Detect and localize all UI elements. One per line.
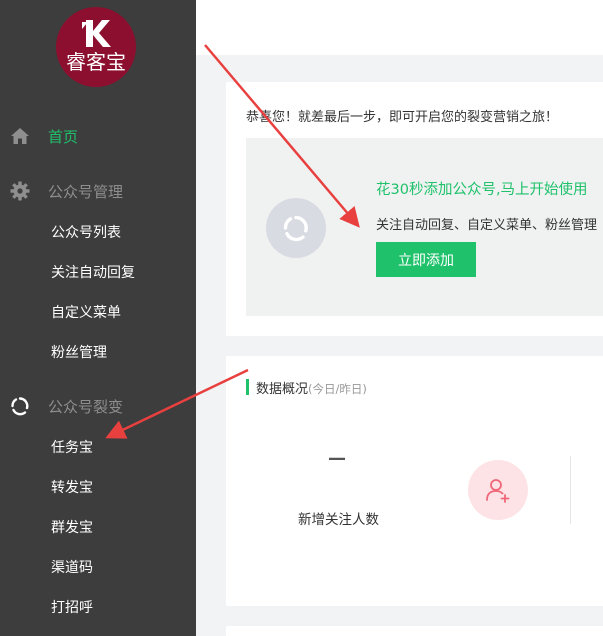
nav-group-account[interactable]: 公众号管理: [0, 173, 196, 209]
section-title-text: 数据概况: [256, 382, 309, 397]
add-account-promo: 花30秒添加公众号,马上开始使用 关注自动回复、自定义菜单、粉丝管理 立即添加: [246, 138, 603, 316]
sidebar-item-label: 渠道码: [51, 560, 93, 576]
nav-home[interactable]: 首页: [0, 118, 196, 154]
sidebar-item-group-send-bao[interactable]: 群发宝: [0, 512, 196, 542]
add-user-icon: [468, 460, 528, 520]
promo-title: 花30秒添加公众号,马上开始使用: [376, 182, 588, 198]
sidebar-item-label: 转发宝: [51, 480, 93, 496]
gear-icon: [10, 181, 30, 201]
sidebar-item-label: 群发宝: [51, 520, 93, 536]
sidebar-item-custom-menu[interactable]: 自定义菜单: [0, 297, 196, 327]
sidebar-item-fans[interactable]: 粉丝管理: [0, 337, 196, 367]
fission-icon: [266, 198, 326, 258]
sidebar-item-label: 关注自动回复: [51, 265, 135, 281]
data-overview-card: 数据概况(今日/昨日) — 新增关注人数: [226, 356, 603, 606]
logo-text: 睿客宝: [66, 50, 126, 74]
section-accent-bar: [246, 379, 249, 395]
fission-icon: [10, 396, 30, 416]
promo-description: 关注自动回复、自定义菜单、粉丝管理: [376, 218, 598, 233]
top-bar: [196, 0, 603, 55]
sidebar-item-task-bao[interactable]: 任务宝: [0, 432, 196, 462]
section-title: 数据概况(今日/昨日): [256, 378, 367, 397]
new-followers-value: —: [328, 448, 346, 469]
sidebar-item-label: 打招呼: [51, 600, 93, 616]
nav-group-fission[interactable]: 公众号裂变: [0, 388, 196, 424]
congrats-message: 恭喜您！就差最后一步，即可开启您的裂变营销之旅！: [246, 110, 559, 125]
sidebar-item-auto-reply[interactable]: 关注自动回复: [0, 257, 196, 287]
sidebar-item-greeting[interactable]: 打招呼: [0, 592, 196, 622]
stat-divider: [570, 456, 571, 524]
next-card: [226, 626, 603, 636]
sidebar-item-label: 粉丝管理: [51, 345, 107, 361]
nav-group-fission-label: 公众号裂变: [48, 397, 124, 416]
add-now-button[interactable]: 立即添加: [376, 242, 476, 277]
brand-logo: 睿客宝: [56, 7, 136, 87]
section-subtitle: (今日/昨日): [308, 382, 367, 396]
sidebar-item-forward-bao[interactable]: 转发宝: [0, 472, 196, 502]
sidebar-item-label: 自定义菜单: [51, 305, 121, 321]
home-icon: [10, 126, 30, 146]
nav-group-account-label: 公众号管理: [48, 182, 124, 201]
sidebar: 睿客宝 首页 公众号管理 公众号列表 关注自动回复 自定义菜单 粉丝管理 公众号…: [0, 0, 196, 636]
main-content: 恭喜您！就差最后一步，即可开启您的裂变营销之旅！ 花30秒添加公众号,马上开始使…: [196, 0, 603, 636]
nav-home-label: 首页: [48, 127, 79, 146]
new-followers-label: 新增关注人数: [298, 512, 379, 528]
sidebar-item-label: 任务宝: [51, 440, 93, 456]
sidebar-item-channel-code[interactable]: 渠道码: [0, 552, 196, 582]
onboarding-card: 恭喜您！就差最后一步，即可开启您的裂变营销之旅！ 花30秒添加公众号,马上开始使…: [226, 82, 603, 336]
sidebar-item-account-list[interactable]: 公众号列表: [0, 217, 196, 247]
sidebar-item-label: 公众号列表: [51, 225, 121, 241]
